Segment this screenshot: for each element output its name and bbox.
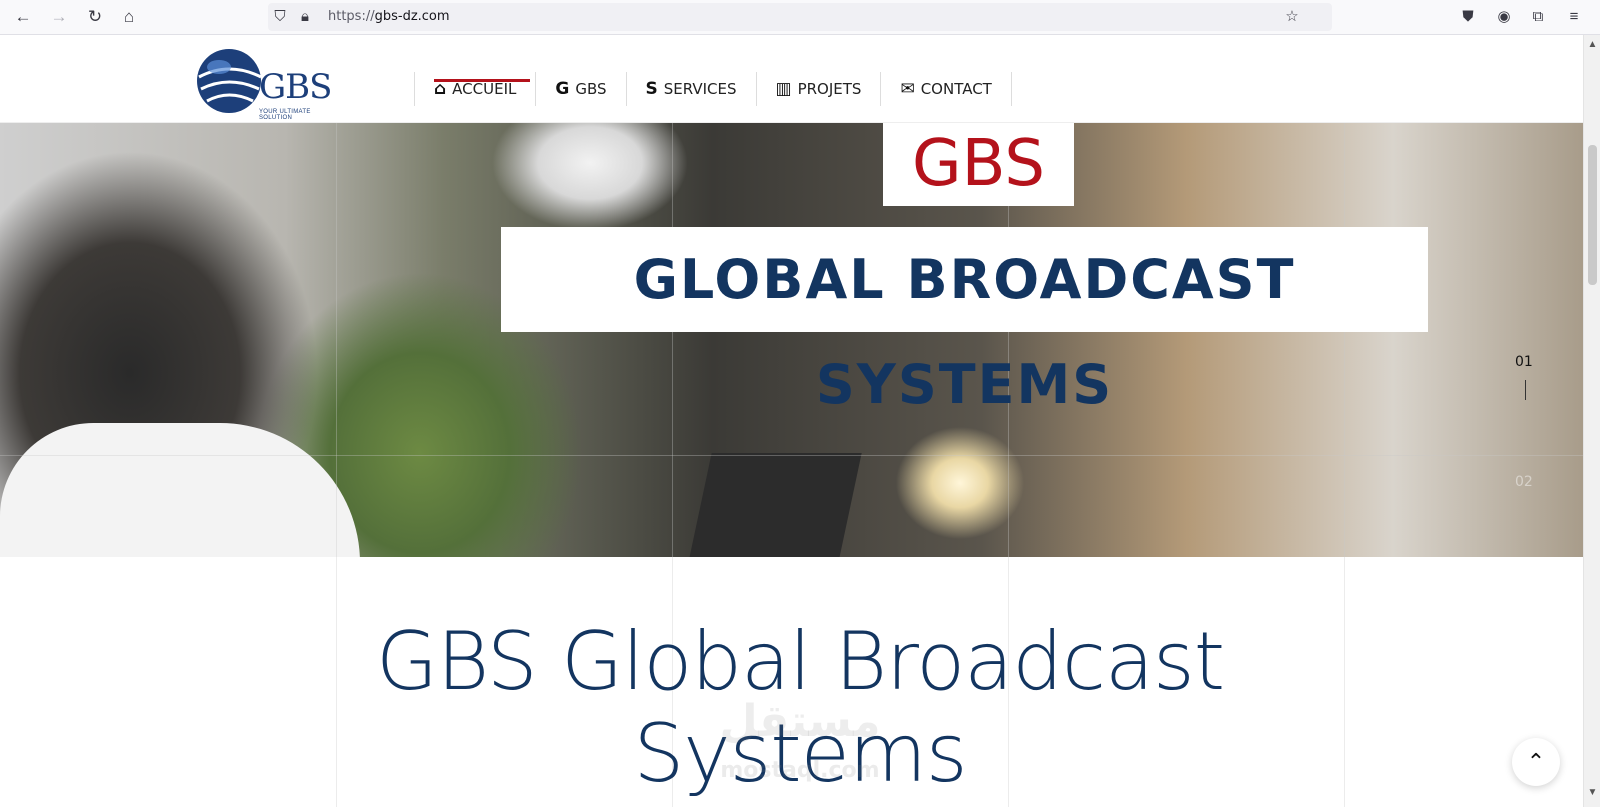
account-icon[interactable]: ◉	[1494, 6, 1514, 28]
envelope-icon: ✉	[900, 78, 915, 99]
lock-icon[interactable]: 🔒︎	[295, 6, 315, 28]
menu-item-label: PROJETS	[797, 80, 862, 98]
menu-item-contact[interactable]: ✉ CONTACT	[881, 72, 1012, 106]
scroll-down-icon[interactable]: ▼	[1586, 787, 1599, 798]
back-to-top-button[interactable]: ⌃	[1512, 738, 1560, 786]
globe-logo-icon	[197, 49, 262, 113]
watermark-url: mostaql.com	[720, 758, 880, 783]
pocket-icon[interactable]: ⛊	[1458, 6, 1478, 28]
slide-indicator-current[interactable]: 01	[1515, 354, 1533, 370]
menu-item-label: CONTACT	[920, 80, 992, 98]
star-icon[interactable]: ☆	[1282, 6, 1302, 28]
book-icon: ▥	[775, 78, 792, 99]
s-letter-icon: S	[645, 78, 658, 99]
url-text[interactable]: https://gbs-dz.com	[328, 9, 450, 24]
watermark-logo: مستقل	[719, 696, 881, 747]
grid-line	[0, 455, 1583, 456]
g-letter-icon: G	[555, 78, 570, 99]
site-header: GBS YOUR ULTIMATE SOLUTION ⌂ ACCUEIL G G…	[0, 35, 1583, 123]
menu-item-label: GBS	[575, 80, 607, 98]
address-bar[interactable]: ⛉ 🔒︎ https://gbs-dz.com ☆	[268, 3, 1332, 31]
forward-arrow-icon[interactable]: →	[48, 6, 70, 28]
browser-toolbar: ← → ↻ ⌂ ⛉ 🔒︎ https://gbs-dz.com ☆ ⛊ ◉ ⧉ …	[0, 0, 1600, 35]
gbs-logo[interactable]: GBS YOUR ULTIMATE SOLUTION	[195, 45, 345, 121]
grid-line	[1344, 123, 1345, 807]
menu-item-accueil[interactable]: ⌂ ACCUEIL	[415, 72, 537, 106]
main-menu: ⌂ ACCUEIL G GBS S SERVICES ▥ PROJETS ✉ C…	[414, 72, 1012, 106]
hero-photo-barndoor	[688, 453, 862, 557]
menu-item-label: ACCUEIL	[452, 80, 517, 98]
scrollbar-thumb[interactable]	[1588, 145, 1597, 285]
chevron-up-icon: ⌃	[1526, 749, 1546, 774]
back-arrow-icon[interactable]: ←	[12, 6, 34, 28]
menu-item-services[interactable]: S SERVICES	[627, 72, 757, 106]
scroll-up-icon[interactable]: ▲	[1586, 39, 1599, 50]
page-scrollbar[interactable]: ▲ ▼	[1583, 35, 1600, 807]
extensions-icon[interactable]: ⧉	[1528, 6, 1548, 28]
logo-tagline: YOUR ULTIMATE SOLUTION	[259, 109, 311, 121]
active-menu-indicator	[434, 79, 530, 82]
hero-brand: GBS	[912, 127, 1045, 201]
slide-indicator-next[interactable]: 02	[1515, 474, 1533, 490]
menu-icon[interactable]: ≡	[1564, 6, 1584, 28]
slide-indicator-line	[1525, 380, 1526, 400]
home-icon[interactable]: ⌂	[118, 6, 140, 28]
logo-text: GBS	[259, 67, 332, 107]
menu-item-gbs[interactable]: G GBS	[536, 72, 627, 106]
menu-item-projets[interactable]: ▥ PROJETS	[757, 72, 882, 106]
reload-icon[interactable]: ↻	[84, 6, 106, 28]
hero-brand-box: GBS	[883, 123, 1074, 206]
menu-item-label: SERVICES	[663, 80, 737, 98]
hero-title-box: GLOBAL BROADCAST SYSTEMS	[501, 227, 1428, 416]
hero-title: GLOBAL BROADCAST SYSTEMS	[633, 248, 1296, 416]
hero-photo-shirt	[0, 423, 360, 557]
home-icon: ⌂	[434, 78, 447, 99]
shield-icon[interactable]: ⛉	[270, 6, 290, 28]
